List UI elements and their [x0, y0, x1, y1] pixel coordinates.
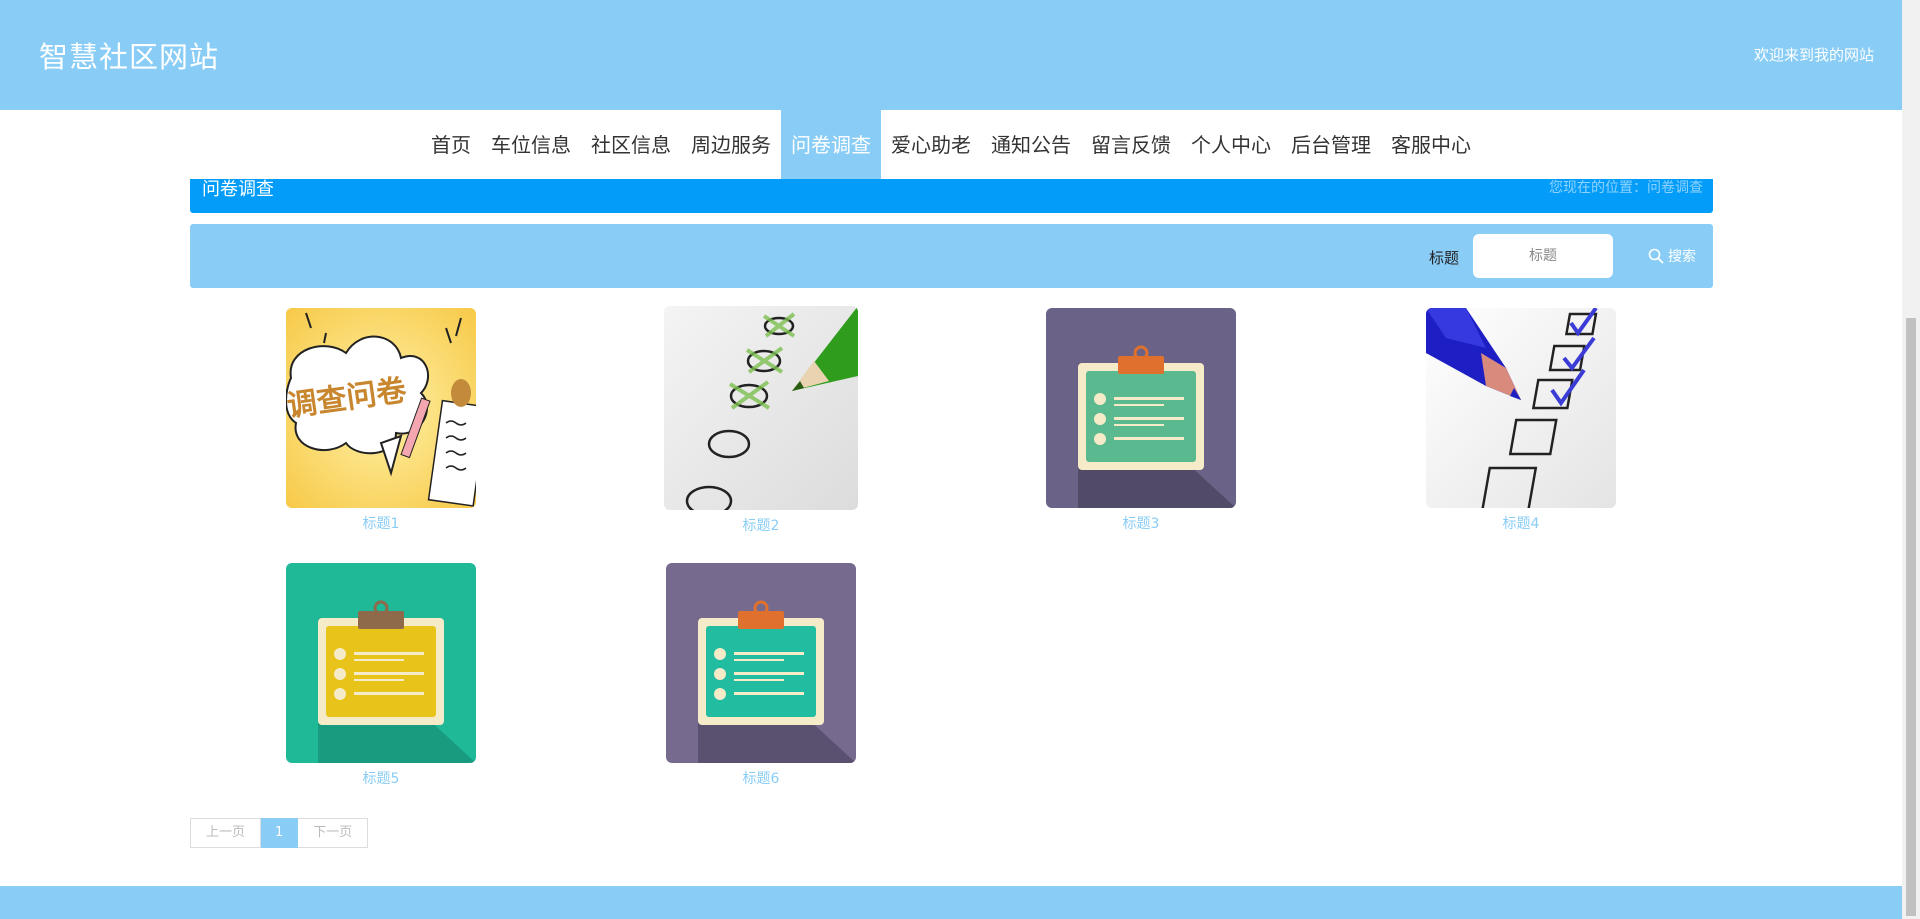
- search-icon: [1648, 248, 1664, 264]
- card-title[interactable]: 标题5: [281, 768, 481, 788]
- search-button[interactable]: 搜索: [1638, 238, 1706, 274]
- card-title[interactable]: 标题2: [661, 515, 861, 535]
- search-button-label: 搜索: [1668, 249, 1696, 265]
- card-title[interactable]: 标题6: [661, 768, 861, 788]
- clipboard-green-image[interactable]: [286, 563, 476, 763]
- clipboard-purple-image[interactable]: [1046, 308, 1236, 508]
- survey-card[interactable]: 标题4: [1421, 308, 1621, 533]
- nav-item-services[interactable]: 周边服务: [681, 110, 781, 180]
- card-title[interactable]: 标题3: [1041, 513, 1241, 533]
- survey-card[interactable]: 标题2: [661, 306, 861, 535]
- main-nav: 首页 车位信息 社区信息 周边服务 问卷调查 爱心助老 通知公告 留言反馈 个人…: [0, 110, 1902, 180]
- prev-page-button[interactable]: 上一页: [190, 818, 262, 848]
- survey-card[interactable]: 调查问卷 标题1: [281, 308, 481, 533]
- card-title[interactable]: 标题4: [1421, 513, 1621, 533]
- page-scrollbar[interactable]: [1902, 0, 1920, 919]
- page-number-button[interactable]: 1: [261, 818, 299, 848]
- nav-item-profile[interactable]: 个人中心: [1181, 110, 1281, 180]
- location-text: 您现在的位置：问卷调查: [1549, 180, 1703, 196]
- survey-cartoon-image[interactable]: 调查问卷: [286, 308, 476, 508]
- clipboard-purple-teal-image[interactable]: [666, 563, 856, 763]
- survey-card[interactable]: 标题3: [1041, 308, 1241, 533]
- nav-item-support[interactable]: 客服中心: [1381, 110, 1481, 180]
- site-title[interactable]: 智慧社区网站: [39, 34, 219, 76]
- nav-item-admin[interactable]: 后台管理: [1281, 110, 1381, 180]
- pagination: 上一页 1 下一页: [190, 818, 369, 848]
- nav-item-elderly-care[interactable]: 爱心助老: [881, 110, 981, 180]
- search-bar: 标题 搜索: [190, 224, 1713, 288]
- search-label: 标题: [1429, 249, 1460, 267]
- next-page-button[interactable]: 下一页: [298, 818, 369, 848]
- welcome-text: 欢迎来到我的网站: [1753, 46, 1874, 64]
- search-input[interactable]: [1473, 234, 1613, 278]
- nav-item-home[interactable]: 首页: [421, 110, 481, 180]
- survey-card[interactable]: 标题6: [661, 563, 861, 788]
- page-title: 问卷调查: [202, 179, 274, 200]
- site-header: 智慧社区网站 欢迎来到我的网站: [0, 0, 1902, 110]
- nav-item-community[interactable]: 社区信息: [581, 110, 681, 180]
- nav-item-parking[interactable]: 车位信息: [481, 110, 581, 180]
- nav-item-notices[interactable]: 通知公告: [981, 110, 1081, 180]
- breadcrumb: 问卷调查 您现在的位置：问卷调查: [190, 179, 1713, 213]
- pencil-checkmarks-image[interactable]: [664, 306, 858, 510]
- scrollbar-thumb[interactable]: [1906, 318, 1916, 916]
- nav-item-survey[interactable]: 问卷调查: [781, 110, 881, 180]
- checkbox-pencil-image[interactable]: [1426, 308, 1616, 508]
- site-footer: [0, 886, 1902, 919]
- survey-card[interactable]: 标题5: [281, 563, 481, 788]
- card-title[interactable]: 标题1: [281, 513, 481, 533]
- nav-item-feedback[interactable]: 留言反馈: [1081, 110, 1181, 180]
